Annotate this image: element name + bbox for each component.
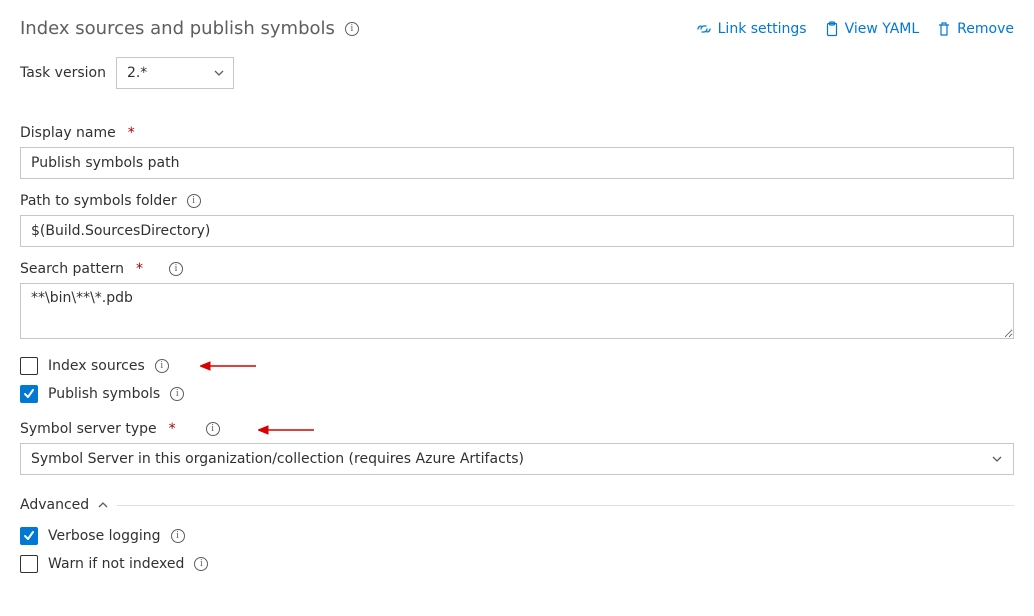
warn-if-not-indexed-checkbox[interactable] bbox=[20, 555, 38, 573]
link-settings-label: Link settings bbox=[718, 21, 807, 37]
display-name-label: Display name bbox=[20, 125, 116, 141]
view-yaml-label: View YAML bbox=[845, 21, 920, 37]
required-mark: * bbox=[136, 261, 143, 277]
task-version-row: Task version 2.* bbox=[20, 57, 1014, 89]
link-settings-button[interactable]: Link settings bbox=[696, 21, 807, 37]
index-sources-label: Index sources bbox=[48, 358, 145, 374]
view-yaml-button[interactable]: View YAML bbox=[825, 21, 920, 37]
search-pattern-label: Search pattern bbox=[20, 261, 124, 277]
search-pattern-input[interactable] bbox=[20, 283, 1014, 339]
publish-symbols-checkbox[interactable] bbox=[20, 385, 38, 403]
rule bbox=[117, 505, 1014, 506]
info-icon[interactable]: i bbox=[206, 422, 220, 436]
info-icon[interactable]: i bbox=[155, 359, 169, 373]
chevron-down-icon bbox=[213, 67, 225, 79]
path-to-symbols-field: Path to symbols folder i bbox=[20, 193, 1014, 247]
header-actions: Link settings View YAML Remove bbox=[696, 21, 1014, 37]
index-sources-row: Index sources i bbox=[20, 357, 1014, 375]
info-icon[interactable]: i bbox=[187, 194, 201, 208]
path-to-symbols-label: Path to symbols folder bbox=[20, 193, 177, 209]
required-mark: * bbox=[128, 125, 135, 141]
display-name-input[interactable] bbox=[20, 147, 1014, 179]
chevron-down-icon bbox=[991, 453, 1003, 465]
remove-button[interactable]: Remove bbox=[937, 21, 1014, 37]
info-icon[interactable]: i bbox=[169, 262, 183, 276]
publish-symbols-label: Publish symbols bbox=[48, 386, 160, 402]
warn-if-not-indexed-row: Warn if not indexed i bbox=[20, 555, 1014, 573]
task-header: Index sources and publish symbols i Link… bbox=[20, 18, 1014, 39]
annotation-arrow bbox=[200, 360, 256, 372]
symbol-server-type-field: Symbol server type * i Symbol Server in t… bbox=[20, 421, 1014, 475]
chevron-up-icon bbox=[97, 499, 109, 511]
verbose-logging-row: Verbose logging i bbox=[20, 527, 1014, 545]
info-icon[interactable]: i bbox=[194, 557, 208, 571]
advanced-section-header[interactable]: Advanced bbox=[20, 497, 1014, 513]
title-wrap: Index sources and publish symbols i bbox=[20, 18, 359, 39]
warn-if-not-indexed-label: Warn if not indexed bbox=[48, 556, 184, 572]
annotation-arrow bbox=[258, 424, 314, 436]
remove-label: Remove bbox=[957, 21, 1014, 37]
symbol-server-type-select[interactable]: Symbol Server in this organization/colle… bbox=[20, 443, 1014, 475]
task-version-label: Task version bbox=[20, 65, 106, 81]
search-pattern-field: Search pattern * i bbox=[20, 261, 1014, 343]
info-icon[interactable]: i bbox=[171, 529, 185, 543]
required-mark: * bbox=[169, 421, 176, 437]
symbol-server-type-label: Symbol server type bbox=[20, 421, 157, 437]
task-version-select[interactable]: 2.* bbox=[116, 57, 234, 89]
index-sources-checkbox[interactable] bbox=[20, 357, 38, 375]
advanced-label: Advanced bbox=[20, 497, 89, 513]
display-name-field: Display name * bbox=[20, 125, 1014, 179]
info-icon[interactable]: i bbox=[345, 22, 359, 36]
trash-icon bbox=[937, 21, 951, 37]
clipboard-icon bbox=[825, 21, 839, 37]
link-icon bbox=[696, 22, 712, 36]
task-version-value: 2.* bbox=[127, 65, 147, 81]
verbose-logging-label: Verbose logging bbox=[48, 528, 161, 544]
verbose-logging-checkbox[interactable] bbox=[20, 527, 38, 545]
path-to-symbols-input[interactable] bbox=[20, 215, 1014, 247]
symbol-server-type-value: Symbol Server in this organization/colle… bbox=[31, 451, 524, 467]
page-title: Index sources and publish symbols bbox=[20, 18, 335, 39]
info-icon[interactable]: i bbox=[170, 387, 184, 401]
publish-symbols-row: Publish symbols i bbox=[20, 385, 1014, 403]
